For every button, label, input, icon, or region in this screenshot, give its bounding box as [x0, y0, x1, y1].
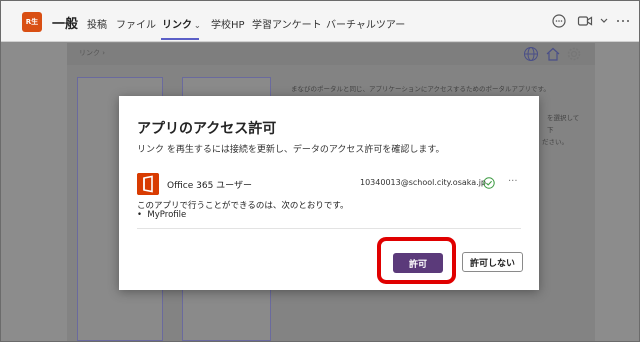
background-text: ださい。 — [542, 138, 568, 146]
tab-links[interactable]: リンク ⌄ — [162, 16, 201, 31]
more-options-icon[interactable]: ··· — [508, 176, 518, 187]
app-window: R生 一般 投稿 ファイル リンク ⌄ 学校HP 学習アンケート バーチャルツアー… — [0, 0, 640, 342]
background-text: 下 — [547, 126, 554, 134]
permission-item: • MyProfile — [137, 210, 187, 220]
tab-school-hp[interactable]: 学校HP — [211, 16, 245, 31]
tab-toolbar — [67, 43, 595, 65]
video-meet-icon[interactable] — [577, 13, 593, 29]
permission-name: MyProfile — [147, 210, 187, 220]
deny-button[interactable]: 許可しない — [462, 252, 523, 272]
breadcrumb-label: リンク — [79, 49, 100, 57]
user-email: 10340013@school.city.osaka.jp — [360, 178, 487, 187]
channel-header: R生 一般 投稿 ファイル リンク ⌄ 学校HP 学習アンケート バーチャルツアー — [1, 1, 639, 42]
breadcrumb: リンク › — [79, 49, 106, 57]
app-name: Office 365 ユーザー — [167, 181, 252, 191]
background-text: を選択して — [547, 114, 580, 122]
channel-title: 一般 — [52, 17, 79, 32]
chevron-down-icon[interactable] — [599, 13, 609, 29]
globe-icon[interactable] — [523, 46, 539, 62]
divider — [137, 228, 521, 229]
connected-check-icon — [483, 177, 495, 189]
chevron-down-icon[interactable]: ⌄ — [194, 21, 201, 30]
dialog-description: リンク を再生するには接続を更新し、データのアクセス許可を確認します。 — [137, 145, 445, 155]
settings-gear-icon[interactable] — [566, 46, 582, 62]
team-avatar[interactable]: R生 — [22, 12, 42, 32]
office-365-icon — [137, 173, 159, 195]
tab-survey[interactable]: 学習アンケート — [252, 16, 322, 31]
more-options-icon[interactable] — [615, 13, 631, 29]
active-tab-indicator — [161, 38, 199, 40]
home-icon[interactable] — [545, 46, 561, 62]
tab-links-label: リンク — [162, 20, 192, 31]
chat-icon[interactable] — [551, 13, 567, 29]
tab-files[interactable]: ファイル — [116, 16, 156, 31]
dialog-title: アプリのアクセス許可 — [137, 121, 277, 137]
portal-description: まなびのポータルと同じ、アプリケーションにアクセスするためのポータルアプリです。 — [291, 85, 550, 93]
tab-virtual-tour[interactable]: バーチャルツアー — [326, 16, 405, 31]
app-permission-dialog: アプリのアクセス許可 リンク を再生するには接続を更新し、データのアクセス許可を… — [119, 96, 539, 290]
tab-posts[interactable]: 投稿 — [87, 16, 107, 31]
allow-button[interactable]: 許可 — [393, 253, 443, 273]
